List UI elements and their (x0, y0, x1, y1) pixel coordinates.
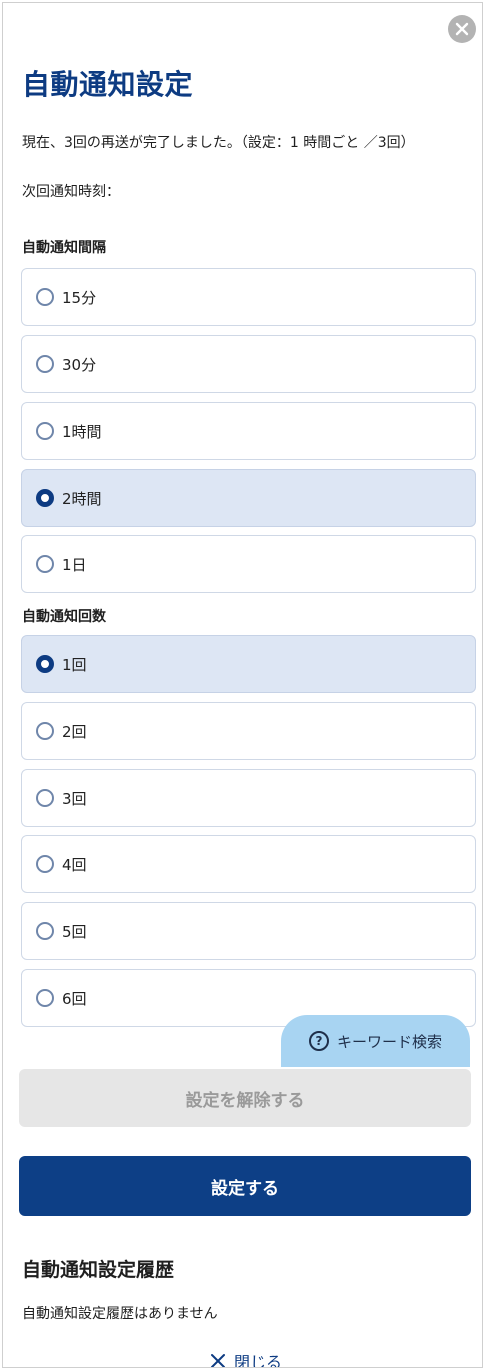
interval-option-2hour[interactable]: 2時間 (21, 469, 476, 527)
radio-button-checked[interactable] (36, 655, 54, 673)
interval-option-1hour[interactable]: 1時間 (21, 402, 476, 460)
submit-setting-button[interactable]: 設定する (19, 1156, 471, 1216)
interval-option-1day[interactable]: 1日 (21, 535, 476, 593)
radio-button[interactable] (36, 789, 54, 807)
radio-button[interactable] (36, 922, 54, 940)
radio-button[interactable] (36, 722, 54, 740)
next-notify-time: 次回通知時刻： (22, 184, 120, 200)
count-option-2[interactable]: 2回 (21, 702, 476, 760)
status-text: 現在、3回の再送が完了しました。（設定：1 時間ごと ／3回） (22, 135, 415, 151)
interval-option-30min[interactable]: 30分 (21, 335, 476, 393)
close-link-label: 閉じる (233, 1353, 282, 1368)
close-link[interactable]: 閉じる (3, 1349, 482, 1368)
count-option-3[interactable]: 3回 (21, 769, 476, 827)
interval-section-label: 自動通知間隔 (22, 240, 106, 256)
radio-button-checked[interactable] (36, 489, 54, 507)
radio-button[interactable] (36, 355, 54, 373)
keyword-search-label: キーワード検索 (336, 1032, 442, 1051)
close-icon[interactable] (448, 15, 476, 43)
radio-button[interactable] (36, 855, 54, 873)
release-setting-button[interactable]: 設定を解除する (19, 1069, 471, 1127)
option-label: 4回 (62, 855, 87, 874)
option-label: 5回 (62, 922, 87, 941)
radio-button[interactable] (36, 555, 54, 573)
option-label: 3回 (62, 789, 87, 808)
count-section-label: 自動通知回数 (22, 609, 106, 625)
option-label: 1時間 (62, 422, 102, 441)
question-circle-icon: ? (308, 1031, 329, 1051)
radio-button[interactable] (36, 422, 54, 440)
option-label: 2回 (62, 722, 87, 741)
radio-button[interactable] (36, 989, 54, 1007)
count-option-5[interactable]: 5回 (21, 902, 476, 960)
page-title: 自動通知設定 (22, 68, 194, 101)
option-label: 6回 (62, 989, 87, 1008)
interval-option-15min[interactable]: 15分 (21, 268, 476, 326)
option-label: 15分 (62, 288, 97, 307)
option-label: 30分 (62, 355, 97, 374)
history-title: 自動通知設定履歴 (22, 1259, 175, 1281)
close-x-icon (210, 1354, 225, 1367)
count-option-1[interactable]: 1回 (21, 635, 476, 693)
radio-button[interactable] (36, 288, 54, 306)
keyword-search-button[interactable]: ? キーワード検索 (281, 1015, 470, 1067)
count-option-4[interactable]: 4回 (21, 835, 476, 893)
modal-panel: 自動通知設定 現在、3回の再送が完了しました。（設定：1 時間ごと ／3回） 次… (2, 2, 483, 1368)
history-empty-text: 自動通知設定履歴はありません (22, 1306, 218, 1322)
option-label: 1日 (62, 555, 87, 574)
option-label: 2時間 (62, 489, 102, 508)
option-label: 1回 (62, 655, 87, 674)
